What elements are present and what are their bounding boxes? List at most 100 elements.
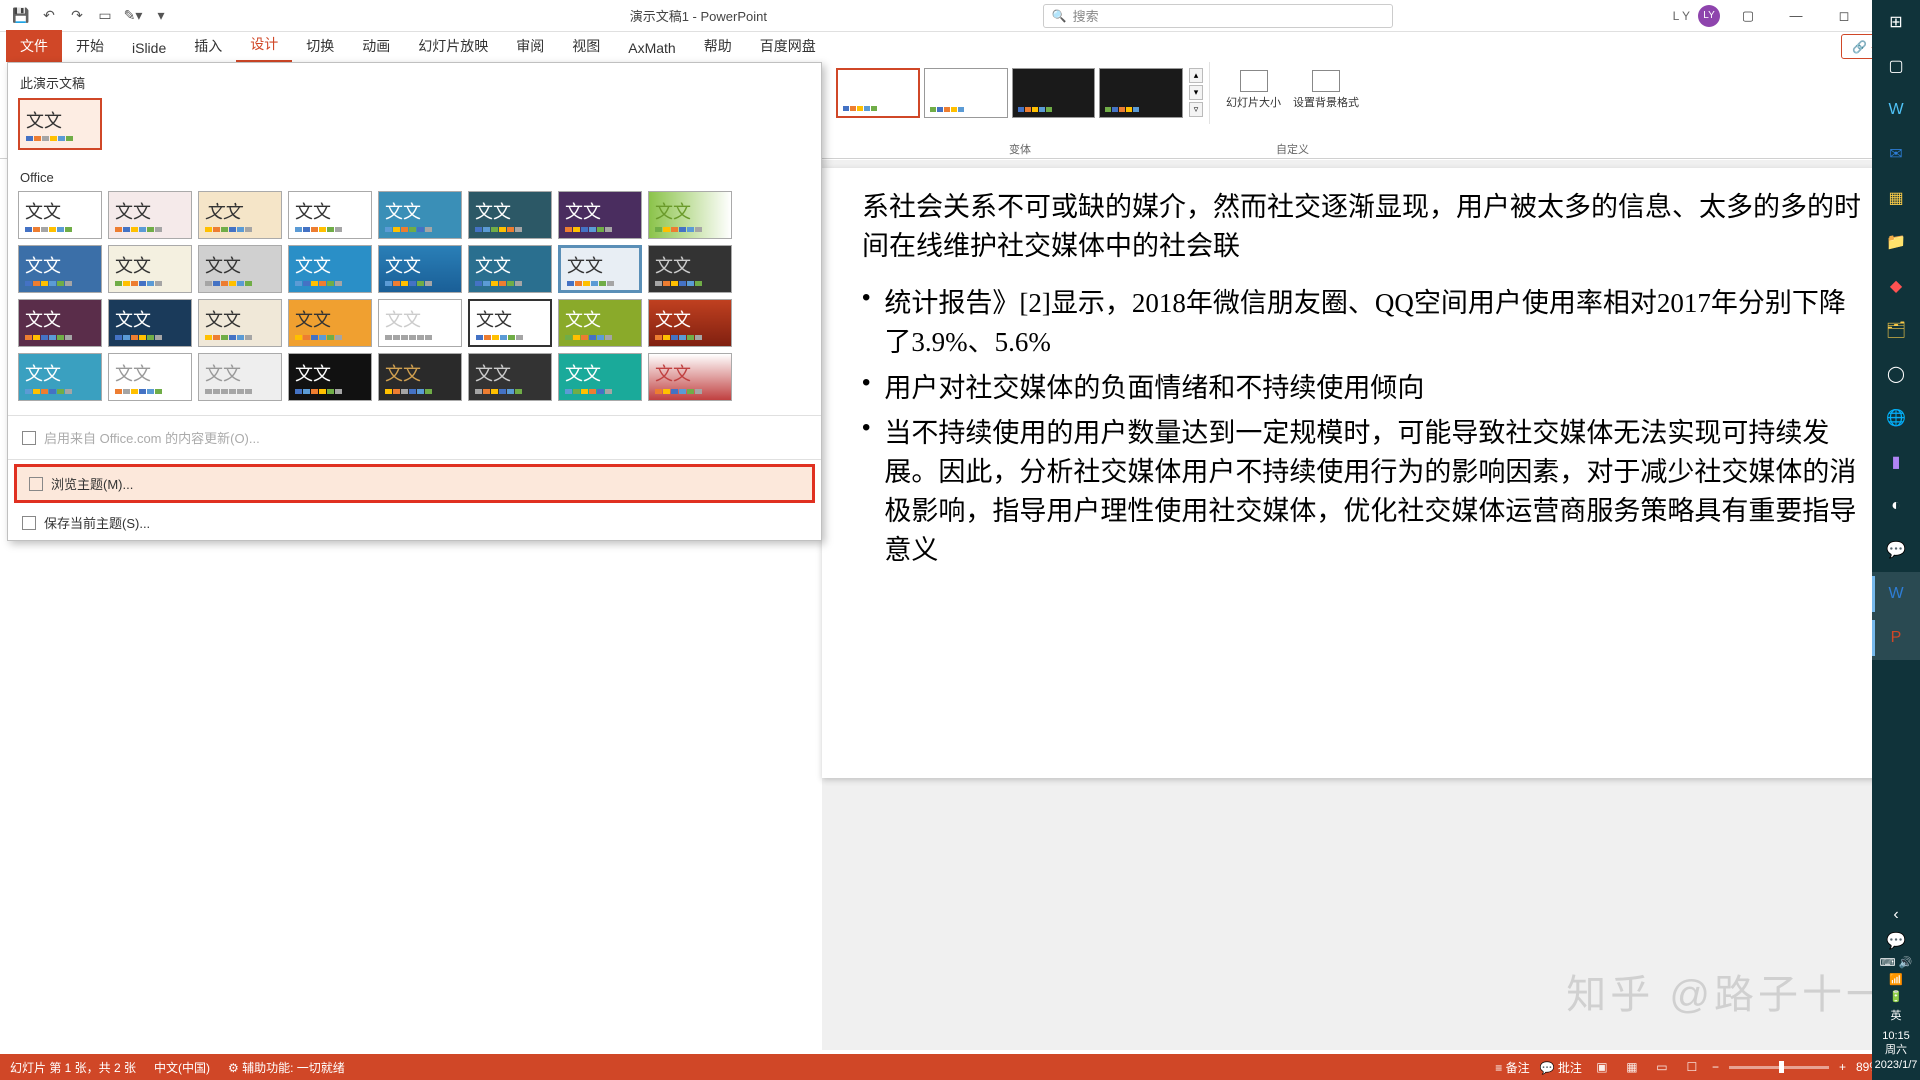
theme-thumb[interactable]: 文文 [288, 191, 372, 239]
zoom-in-icon[interactable]: + [1839, 1060, 1846, 1074]
theme-thumb[interactable]: 文文 [648, 353, 732, 401]
qat-customize-icon[interactable]: ▾ [148, 3, 174, 29]
theme-thumb[interactable]: 文文 [288, 353, 372, 401]
theme-thumb[interactable]: 文文 [558, 245, 642, 293]
taskbar-chrome-icon[interactable]: 🌐 [1872, 396, 1920, 440]
variant-more-icon[interactable]: ▿ [1189, 102, 1203, 117]
dd-save-current-theme[interactable]: 保存当前主题(S)... [8, 505, 821, 540]
taskbar-outlook-icon[interactable]: ✉ [1872, 132, 1920, 176]
tab-slideshow[interactable]: 幻灯片放映 [404, 30, 502, 62]
theme-thumb[interactable]: 文文 [288, 299, 372, 347]
save-icon[interactable]: 💾 [8, 3, 34, 29]
theme-thumb[interactable]: 文文 [468, 191, 552, 239]
slide-canvas[interactable]: 系社会关系不可或缺的媒介，然而社交逐渐显现，用户被太多的信息、太多的多的时间在线… [822, 168, 1905, 778]
taskbar-chrome-white-icon[interactable]: ◯ [1872, 352, 1920, 396]
variant-thumb-3[interactable] [1012, 68, 1096, 118]
touch-mode-icon[interactable]: ✎▾ [120, 3, 146, 29]
ribbon-display-icon[interactable]: ▢ [1728, 2, 1768, 30]
theme-thumb[interactable]: 文文 [648, 299, 732, 347]
theme-thumb[interactable]: 文文 [108, 245, 192, 293]
tray-wechat-icon[interactable]: 💬 [1872, 928, 1920, 954]
taskbar-word-icon[interactable]: W [1872, 88, 1920, 132]
theme-thumb[interactable]: 文文 [108, 353, 192, 401]
taskbar-clock[interactable]: 10:15 周六 2023/1/7 [1875, 1025, 1918, 1076]
taskbar-powerpoint-icon[interactable]: P [1872, 616, 1920, 660]
search-input[interactable]: 搜索 [1043, 4, 1393, 28]
theme-thumb[interactable]: 文文 [648, 191, 732, 239]
tab-axmath[interactable]: AxMath [614, 34, 689, 62]
minimize-icon[interactable]: — [1776, 2, 1816, 30]
tab-baidu[interactable]: 百度网盘 [746, 30, 830, 62]
theme-thumb[interactable]: 文文 [198, 191, 282, 239]
view-slideshow-icon[interactable]: ☐ [1682, 1058, 1702, 1076]
theme-thumb-current[interactable]: 文文 [18, 98, 102, 150]
theme-thumb[interactable]: 文文 [18, 245, 102, 293]
tray-overflow-icon[interactable]: ‹ [1872, 902, 1920, 928]
status-language[interactable]: 中文(中国) [154, 1059, 210, 1076]
theme-thumb[interactable]: 文文 [18, 299, 102, 347]
tab-review[interactable]: 审阅 [502, 30, 558, 62]
tab-insert[interactable]: 插入 [180, 30, 236, 62]
view-sorter-icon[interactable]: ▦ [1622, 1058, 1642, 1076]
theme-thumb[interactable]: 文文 [558, 191, 642, 239]
theme-thumb[interactable]: 文文 [18, 191, 102, 239]
variant-thumb-1[interactable] [836, 68, 920, 118]
tab-animation[interactable]: 动画 [348, 30, 404, 62]
taskbar-wechat-icon[interactable]: 💬 [1872, 528, 1920, 572]
taskbar-word2-icon[interactable]: W [1872, 572, 1920, 616]
theme-thumb[interactable]: 文文 [468, 245, 552, 293]
theme-thumb[interactable]: 文文 [468, 353, 552, 401]
start-icon[interactable]: ⊞ [1872, 0, 1920, 44]
theme-thumb[interactable]: 文文 [18, 353, 102, 401]
taskview-icon[interactable]: ▢ [1872, 44, 1920, 88]
tab-design[interactable]: 设计 [236, 28, 292, 62]
undo-icon[interactable]: ↶ [36, 3, 62, 29]
variant-scroll-down-icon[interactable]: ▾ [1189, 85, 1203, 100]
taskbar-sticky-icon[interactable]: ▦ [1872, 176, 1920, 220]
slide-size-button[interactable]: 幻灯片大小 [1224, 68, 1283, 112]
maximize-icon[interactable]: ◻ [1824, 2, 1864, 30]
view-normal-icon[interactable]: ▣ [1592, 1058, 1612, 1076]
avatar[interactable]: LY [1698, 5, 1720, 27]
slideshow-from-start-icon[interactable]: ▭ [92, 3, 118, 29]
status-comments[interactable]: 💬 批注 [1540, 1059, 1582, 1076]
theme-thumb[interactable]: 文文 [378, 299, 462, 347]
status-notes[interactable]: ≡ 备注 [1495, 1059, 1529, 1076]
theme-thumb[interactable]: 文文 [108, 299, 192, 347]
tab-help[interactable]: 帮助 [690, 30, 746, 62]
tray-wifi-icon[interactable]: 📶 [1889, 971, 1903, 988]
taskbar-app-red-icon[interactable]: ◆ [1872, 264, 1920, 308]
taskbar-explorer-icon[interactable]: 📁 [1872, 220, 1920, 264]
background-format-button[interactable]: 设置背景格式 [1291, 68, 1361, 112]
dd-browse-themes[interactable]: 浏览主题(M)... [14, 464, 815, 503]
variant-thumb-2[interactable] [924, 68, 1008, 118]
theme-thumb[interactable]: 文文 [198, 299, 282, 347]
variant-thumb-4[interactable] [1099, 68, 1183, 118]
tray-battery-icon[interactable]: 🔋 [1889, 988, 1903, 1005]
status-accessibility[interactable]: ⚙ 辅助功能: 一切就绪 [228, 1059, 345, 1076]
zoom-out-icon[interactable]: − [1712, 1060, 1719, 1074]
theme-thumb[interactable]: 文文 [558, 299, 642, 347]
tab-islide[interactable]: iSlide [118, 34, 180, 62]
zoom-slider[interactable] [1729, 1066, 1829, 1069]
theme-thumb[interactable]: 文文 [198, 353, 282, 401]
tab-home[interactable]: 开始 [62, 30, 118, 62]
redo-icon[interactable]: ↷ [64, 3, 90, 29]
theme-thumb[interactable]: 文文 [468, 299, 552, 347]
theme-thumb[interactable]: 文文 [378, 245, 462, 293]
theme-thumb[interactable]: 文文 [648, 245, 732, 293]
variant-scroll-up-icon[interactable]: ▴ [1189, 68, 1203, 83]
ime-indicator[interactable]: 英 [1891, 1005, 1902, 1025]
theme-thumb[interactable]: 文文 [558, 353, 642, 401]
theme-thumb[interactable]: 文文 [378, 191, 462, 239]
tab-transition[interactable]: 切换 [292, 30, 348, 62]
tab-view[interactable]: 视图 [558, 30, 614, 62]
tray-input-volume[interactable]: ⌨ 🔊 [1880, 954, 1913, 971]
view-reading-icon[interactable]: ▭ [1652, 1058, 1672, 1076]
theme-thumb[interactable]: 文文 [288, 245, 372, 293]
theme-thumb[interactable]: 文文 [108, 191, 192, 239]
tab-file[interactable]: 文件 [6, 30, 62, 62]
taskbar-files-icon[interactable]: 🗂 [1872, 308, 1920, 352]
taskbar-purple-icon[interactable]: ▮ [1872, 440, 1920, 484]
theme-thumb[interactable]: 文文 [198, 245, 282, 293]
